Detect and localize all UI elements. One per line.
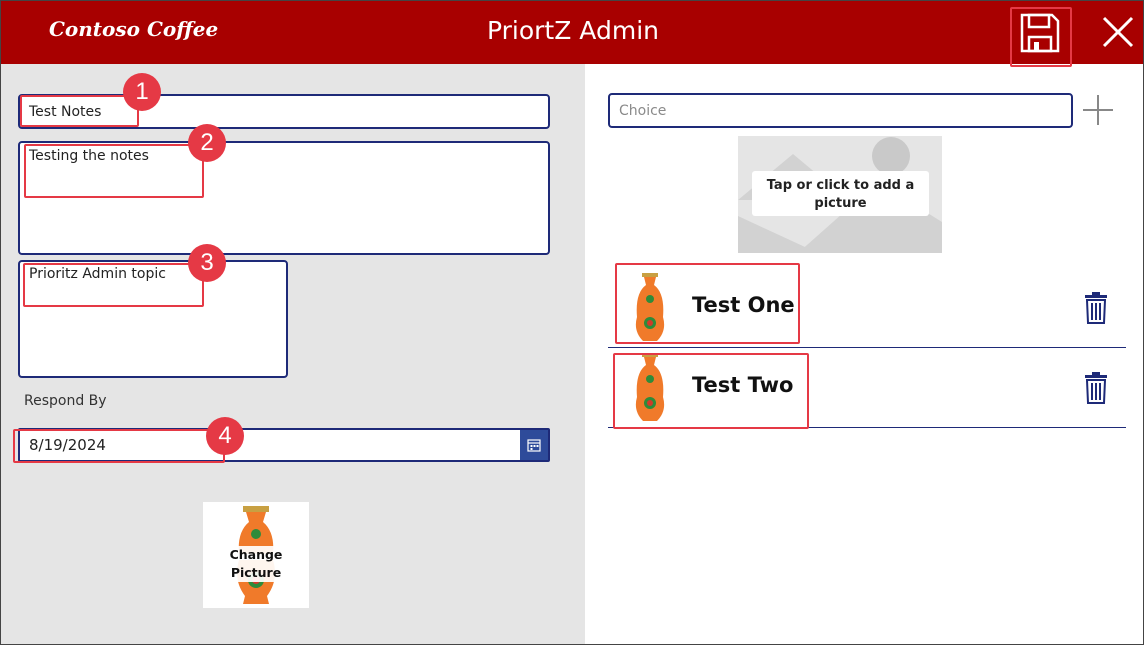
details-panel: Test Notes Testing the notes Prioritz Ad… <box>1 64 585 644</box>
list-item[interactable]: Test One <box>608 269 1126 348</box>
callout-badge: 1 <box>123 73 161 111</box>
change-picture-label: Change Picture <box>203 546 309 582</box>
add-picture-label: Tap or click to add a picture <box>752 171 929 216</box>
change-picture-button[interactable]: Change Picture <box>203 502 309 608</box>
save-button[interactable] <box>1013 6 1067 60</box>
notes-title-field[interactable]: Test Notes <box>18 94 550 129</box>
calendar-icon <box>527 439 541 452</box>
calendar-button[interactable] <box>520 430 548 460</box>
callout-badge: 2 <box>188 124 226 162</box>
list-item-label: Test Two <box>692 373 794 397</box>
respond-by-label: Respond By <box>24 393 107 409</box>
vase-thumbnail <box>635 273 665 341</box>
vase-thumbnail <box>635 353 665 421</box>
list-item-label: Test One <box>692 293 795 317</box>
app-frame: Contoso Coffee PriortZ Admin Test Notes … <box>0 0 1144 645</box>
list-item[interactable]: Test Two <box>608 349 1126 428</box>
choice-input[interactable] <box>608 93 1073 128</box>
page-title: PriortZ Admin <box>487 16 659 45</box>
trash-icon[interactable] <box>1082 372 1110 404</box>
header-bar: Contoso Coffee PriortZ Admin <box>1 1 1143 64</box>
callout-badge: 4 <box>206 417 244 455</box>
respond-by-value: 8/19/2024 <box>29 436 106 454</box>
notes-body-field[interactable]: Testing the notes <box>18 141 550 255</box>
save-icon <box>1020 13 1060 53</box>
respond-by-date-picker[interactable]: 8/19/2024 <box>18 428 550 462</box>
close-icon[interactable] <box>1098 12 1138 52</box>
topic-field[interactable]: Prioritz Admin topic <box>18 260 288 378</box>
trash-icon[interactable] <box>1082 292 1110 324</box>
add-icon[interactable] <box>1081 93 1115 127</box>
callout-badge: 3 <box>188 244 226 282</box>
add-picture-control[interactable]: Tap or click to add a picture <box>738 136 942 253</box>
